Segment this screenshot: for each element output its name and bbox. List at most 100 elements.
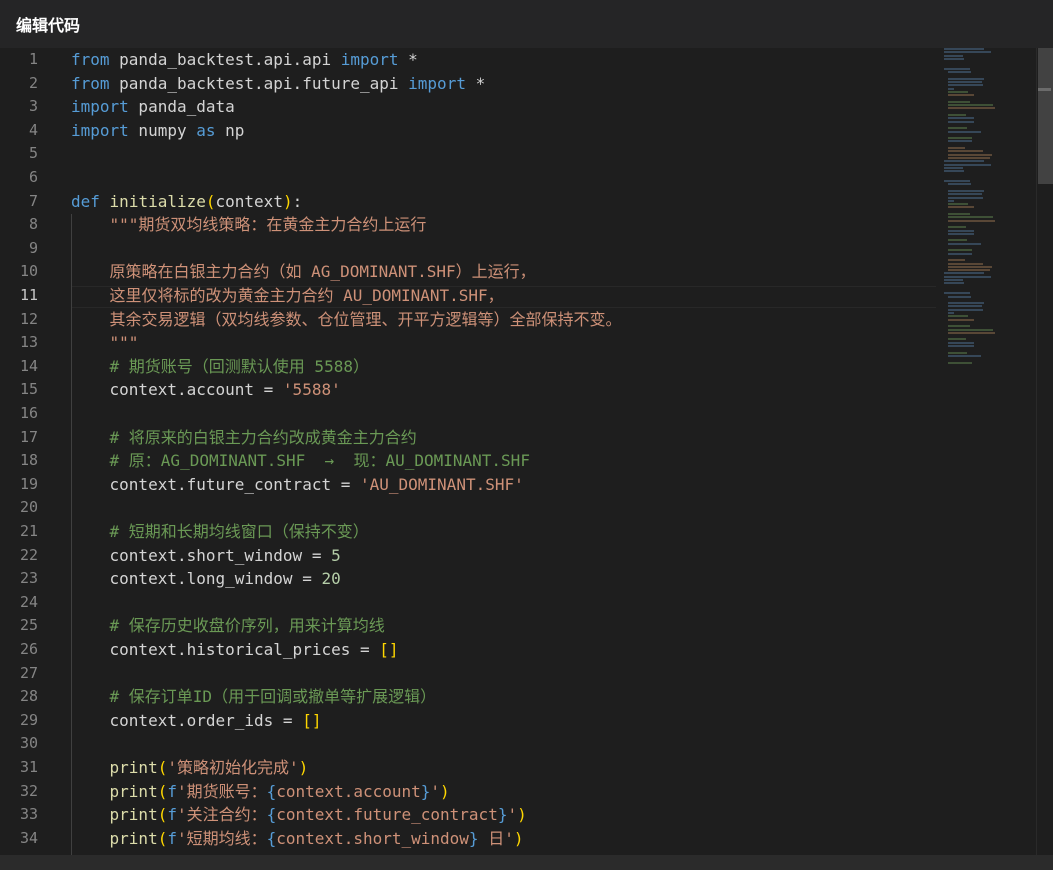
minimap-row [947,203,969,206]
dialog-titlebar: 编辑代码 [0,0,1053,48]
minimap-row [944,166,963,169]
code-line[interactable]: # 原：AG_DOMINANT.SHF → 现：AU_DOMINANT.SHF [71,449,530,473]
minimap-row [947,305,982,308]
minimap-row [947,345,974,347]
code-line[interactable]: 其余交易逻辑（双均线参数、仓位管理、开平方逻辑等）全部保持不变。 [71,308,622,332]
line-number: 31 [19,758,38,776]
line-number: 10 [19,262,38,281]
line-number: 17 [19,427,38,446]
minimap-row [944,54,963,57]
line-number: 29 [19,710,38,729]
line-number: 6 [28,168,38,186]
minimap-row [947,308,983,311]
minimap-row [947,189,984,192]
line-number: 25 [19,616,38,635]
code-line[interactable]: # 保存订单ID（用于回调或撤单等扩展逻辑） [71,685,437,709]
dialog-title: 编辑代码 [16,16,81,35]
minimap-row [947,242,981,245]
minimap-row [947,193,982,196]
line-number: 5 [28,144,38,163]
line-number: 9 [28,238,38,257]
line-number: 22 [19,545,38,564]
code-line[interactable]: import numpy as np [71,119,244,143]
line-number: 11 [19,286,38,304]
line-number: 1 [28,50,38,68]
minimap-row [947,325,970,328]
minimap-row [947,87,954,90]
minimap-row [947,312,954,314]
minimap-row [947,219,995,222]
minimap-row [947,341,974,344]
line-number: 24 [19,592,38,611]
minimap-row [944,275,992,278]
minimap-row [947,77,984,80]
code-line[interactable]: """ [71,331,139,355]
minimap-row [947,354,981,357]
minimap-row [947,315,969,318]
line-number: 12 [19,309,38,328]
minimap-row [944,282,964,285]
code-line[interactable]: context.future_contract = 'AU_DOMINANT.S… [71,473,524,497]
minimap-row [944,57,964,60]
line-number: 33 [19,805,38,824]
minimap-row [947,318,974,321]
code-line[interactable]: 这里仅将标的改为黄金主力合约 AU_DOMINANT.SHF， [71,284,504,308]
code-line[interactable]: context.order_ids = [] [71,709,322,733]
minimap-row [947,249,972,252]
code-line[interactable]: context.account = '5588' [71,378,341,402]
minimap-row [947,226,967,229]
minimap-row [944,160,984,163]
code-line[interactable]: # 短期和长期均线窗口（保持不变） [71,520,369,544]
minimap-row [947,114,967,116]
minimap-row [947,328,993,331]
minimap-row [944,272,984,275]
minimap-row [947,232,974,235]
minimap-row [947,302,984,305]
code-line[interactable]: # 保存历史收盘价序列，用来计算均线 [71,614,385,638]
minimap-row [947,71,971,74]
minimap-row [947,127,968,130]
vertical-scrollbar[interactable] [1036,48,1053,855]
code-line[interactable]: # 将原来的白银主力合约改成黄金主力合约 [71,426,417,450]
minimap-row [947,104,993,107]
vertical-scrollbar-thumb[interactable] [1038,48,1053,184]
code-line[interactable]: # 期货账号（回测默认使用 5588） [71,355,369,379]
code-area[interactable]: from panda_backtest.api.api import * from… [71,48,941,855]
minimap-row [947,262,983,265]
code-line[interactable]: context.short_window = 5 [71,544,341,568]
code-line[interactable]: from panda_backtest.api.api import * [71,48,418,72]
line-number: 8 [28,215,38,234]
minimap-row [947,252,972,255]
line-number: 32 [19,781,38,800]
minimap-row [944,292,971,295]
line-number: 7 [28,191,38,210]
code-line[interactable]: context.historical_prices = [] [71,638,399,662]
line-number: 20 [19,498,38,517]
line-number: 21 [19,522,38,540]
minimap-row [947,229,974,232]
minimap-row [947,331,995,334]
horizontal-scrollbar[interactable] [0,855,1053,870]
code-line[interactable]: 原策略在白银主力合约（如 AG_DOMINANT.SHF）上运行， [71,260,536,284]
code-line[interactable]: print(f'期货账号：{context.account}') [71,780,450,804]
code-line[interactable]: print(f'关注合约：{context.future_contract}') [71,803,527,827]
minimap-row [947,90,969,93]
code-line[interactable]: def initialize(context): [71,190,302,214]
minimap-row [944,67,971,70]
minimap[interactable] [940,48,1036,398]
code-line[interactable]: print(f'短期均线：{context.short_window} 日') [71,827,524,851]
code-line[interactable]: """期货双均线策略：在黄金主力合约上运行 [71,213,427,237]
code-line[interactable]: print('策略初始化完成') [71,756,309,780]
code-line[interactable]: from panda_backtest.api.future_api impor… [71,72,485,96]
minimap-row [947,81,982,83]
minimap-row [947,206,974,209]
minimap-row [947,94,974,97]
minimap-row [947,107,995,110]
minimap-row [947,120,974,123]
minimap-row [947,140,972,143]
minimap-row [947,338,967,341]
code-editor[interactable]: 1 2 3 4 5 6 7 8 9 10 11 12 13 14 15 16 17 18 19 20 21 22 23 24 2… [0,48,1053,855]
code-line[interactable]: import panda_data [71,95,235,119]
line-number: 4 [28,120,38,139]
code-line[interactable]: context.long_window = 20 [71,567,341,591]
